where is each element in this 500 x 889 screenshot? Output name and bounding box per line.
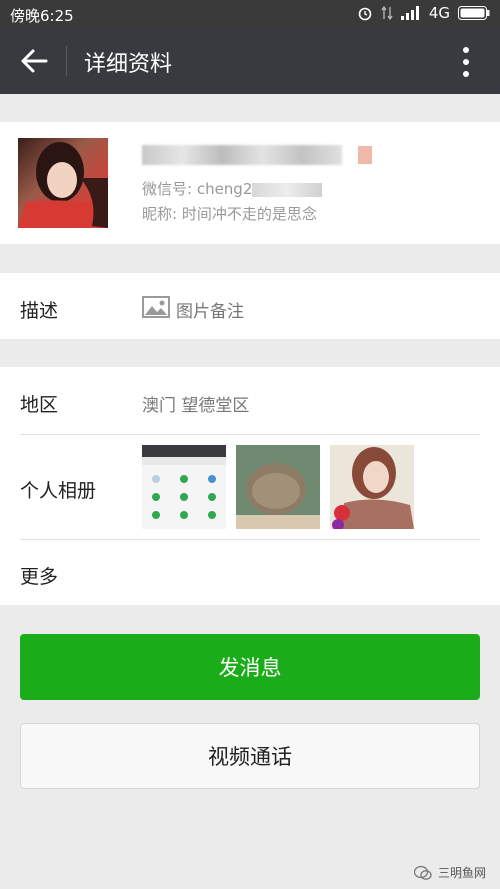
image-icon bbox=[142, 296, 170, 318]
back-arrow-icon[interactable] bbox=[18, 46, 50, 76]
more-label[interactable]: 更多 bbox=[20, 562, 58, 589]
wechat-id: 微信号: cheng2 bbox=[142, 178, 323, 199]
divider bbox=[20, 539, 480, 540]
alarm-icon bbox=[358, 7, 372, 21]
description-value: 图片备注 bbox=[176, 302, 244, 322]
region-label: 地区 bbox=[20, 394, 59, 416]
watermark-text: 三明鱼网 bbox=[437, 866, 486, 880]
video-call-button[interactable]: 视频通话 bbox=[20, 723, 480, 789]
network-type: 4G bbox=[428, 4, 450, 22]
status-icons: 4G bbox=[357, 4, 490, 22]
description-label: 描述 bbox=[20, 300, 59, 322]
send-message-button[interactable]: 发消息 bbox=[20, 634, 480, 700]
signal-icon bbox=[400, 6, 419, 20]
battery-icon bbox=[458, 6, 490, 20]
album-photo[interactable] bbox=[236, 445, 320, 529]
description-row[interactable] bbox=[0, 273, 500, 339]
nav-divider bbox=[66, 46, 67, 76]
watermark: 三明鱼网 bbox=[413, 864, 486, 881]
avatar[interactable] bbox=[18, 138, 108, 228]
divider bbox=[20, 434, 480, 435]
wechat-logo-icon bbox=[413, 865, 432, 880]
album-label[interactable]: 个人相册 bbox=[20, 476, 96, 503]
nickname: 昵称: 时间冲不走的是思念 bbox=[142, 205, 317, 223]
status-bar: 傍晚6:25 4G bbox=[0, 0, 500, 28]
album-photo[interactable] bbox=[330, 445, 414, 529]
blurred-name bbox=[142, 145, 342, 165]
status-time: 傍晚6:25 bbox=[10, 7, 74, 25]
more-options-icon[interactable] bbox=[462, 46, 470, 78]
data-transfer-icon bbox=[381, 5, 393, 21]
page-title: 详细资料 bbox=[84, 52, 173, 77]
region-value: 澳门 望德堂区 bbox=[142, 396, 250, 416]
gender-icon bbox=[358, 146, 372, 164]
blurred-id bbox=[252, 182, 323, 197]
nav-bar: 详细资料 bbox=[0, 28, 500, 94]
album-photo[interactable] bbox=[142, 445, 226, 529]
